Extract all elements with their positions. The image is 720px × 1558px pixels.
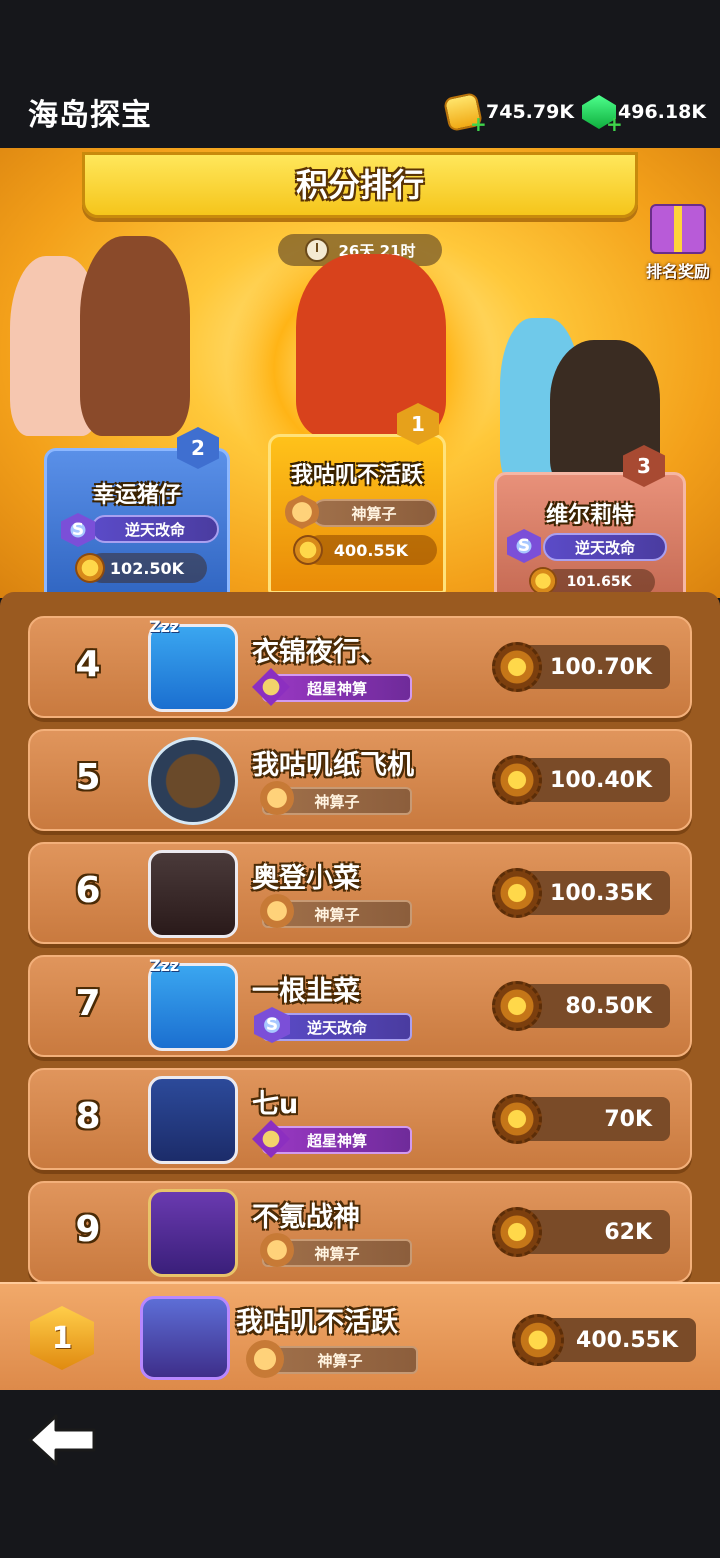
rank-number: 9 bbox=[75, 1209, 101, 1250]
player-name: 我咕叽纸飞机 bbox=[252, 750, 414, 781]
podium-third[interactable]: 3 维尔莉特 逆天改命 S 101.65K bbox=[494, 445, 686, 596]
my-rank-badge: 1 bbox=[30, 1306, 94, 1370]
list-item[interactable]: 5 我咕叽纸飞机 神算子 100.40K bbox=[28, 729, 692, 831]
thumbs-up-icon bbox=[260, 894, 294, 928]
avatar[interactable]: Zzz bbox=[148, 956, 238, 1051]
title-tag: 逆天改命 bbox=[543, 533, 667, 561]
gold-coin-icon bbox=[492, 868, 542, 918]
podium-stage: 积分排行 26天 21时 排名奖励 2 幸运猪仔 逆天改命 S 102.50K … bbox=[0, 148, 720, 598]
plus-icon: + bbox=[606, 112, 623, 136]
game-title: 海岛探宝 bbox=[28, 98, 152, 133]
ranking-banner: 积分排行 bbox=[82, 152, 638, 218]
rank-number: 8 bbox=[75, 1096, 101, 1137]
gem-amount: 496.18K bbox=[618, 101, 707, 123]
avatar[interactable] bbox=[148, 737, 238, 825]
gold-coin-icon bbox=[492, 755, 542, 805]
rank-badge: 2 bbox=[177, 427, 219, 469]
thumbs-up-icon bbox=[260, 781, 294, 815]
thumbs-up-icon bbox=[246, 1340, 284, 1378]
back-arrow-icon bbox=[28, 1414, 96, 1466]
avatar[interactable]: Zzz bbox=[148, 617, 238, 712]
list-item[interactable]: 9 不氪战神 神算子 62K bbox=[28, 1181, 692, 1283]
player-name: 幸运猪仔 bbox=[92, 483, 181, 508]
character-christmas-tree bbox=[80, 236, 190, 436]
player-score: 102.50K bbox=[87, 553, 207, 583]
gold-coin-icon bbox=[492, 1207, 542, 1257]
thumbs-up-icon bbox=[285, 495, 319, 529]
player-name: 一根韭菜 bbox=[252, 976, 360, 1007]
player-name: 七u bbox=[252, 1089, 299, 1120]
player-name: 不氪战神 bbox=[252, 1202, 360, 1233]
player-name: 奥登小菜 bbox=[252, 863, 360, 894]
podium-first[interactable]: 1 我咕叽不活跃 神算子 400.55K bbox=[268, 403, 446, 594]
avatar[interactable] bbox=[148, 1189, 238, 1277]
coin-balance[interactable]: + 745.79K bbox=[442, 91, 575, 136]
rank-number: 4 bbox=[75, 644, 101, 685]
rank-reward-label: 排名奖励 bbox=[645, 262, 710, 281]
gift-box-icon bbox=[650, 204, 706, 254]
gem-balance[interactable]: + 496.18K bbox=[582, 94, 707, 136]
my-avatar[interactable] bbox=[140, 1296, 230, 1380]
my-ranking-row[interactable]: 1 我咕叽不活跃 神算子 400.55K bbox=[0, 1282, 720, 1390]
gold-coin-icon bbox=[512, 1314, 564, 1366]
ranking-title: 积分排行 bbox=[295, 166, 424, 204]
title-tag: 神算子 bbox=[311, 499, 437, 527]
coin-amount: 745.79K bbox=[486, 101, 575, 123]
rank-number: 5 bbox=[75, 757, 101, 798]
s-rank-icon: S bbox=[61, 513, 95, 547]
plus-icon: + bbox=[470, 112, 487, 136]
gold-coin-icon bbox=[492, 1094, 542, 1144]
thumbs-up-icon bbox=[260, 1233, 294, 1267]
list-item[interactable]: 8 七u 超星神算 70K bbox=[28, 1068, 692, 1170]
gold-coin-icon bbox=[529, 567, 557, 595]
avatar[interactable] bbox=[148, 850, 238, 938]
player-name: 维尔莉特 bbox=[545, 503, 634, 528]
player-score: 400.55K bbox=[305, 535, 437, 565]
s-rank-icon: S bbox=[507, 529, 541, 563]
gold-coin-icon bbox=[492, 642, 542, 692]
top-bar: 海岛探宝 + 745.79K + 496.18K bbox=[0, 0, 720, 148]
back-button[interactable] bbox=[26, 1412, 100, 1468]
rank-number: 6 bbox=[75, 870, 101, 911]
clock-icon bbox=[304, 238, 329, 262]
my-player-name: 我咕叽不活跃 bbox=[236, 1307, 398, 1338]
player-name: 衣锦夜行、 bbox=[252, 637, 387, 668]
bottom-bar bbox=[0, 1390, 720, 1558]
gold-coin-icon bbox=[293, 535, 323, 565]
avatar[interactable] bbox=[148, 1076, 238, 1164]
list-item[interactable]: 7 Zzz 一根韭菜 逆天改命 S 80.50K bbox=[28, 955, 692, 1057]
rank-reward-button[interactable]: 排名奖励 bbox=[636, 204, 720, 282]
rank-number: 7 bbox=[75, 983, 101, 1024]
podium-second[interactable]: 2 幸运猪仔 逆天改命 S 102.50K bbox=[44, 427, 230, 598]
list-item[interactable]: 4 Zzz 衣锦夜行、 超星神算 100.70K bbox=[28, 616, 692, 718]
title-tag: 逆天改命 bbox=[91, 515, 219, 543]
my-title-tag: 神算子 bbox=[262, 1346, 418, 1374]
player-name: 我咕叽不活跃 bbox=[290, 463, 423, 488]
sleep-badge: Zzz bbox=[149, 617, 180, 636]
sleep-badge: Zzz bbox=[149, 956, 180, 975]
ranking-list[interactable]: 4 Zzz 衣锦夜行、 超星神算 100.70K 5 我咕叽纸飞机 神算子 10… bbox=[0, 592, 720, 1292]
list-item[interactable]: 6 奥登小菜 神算子 100.35K bbox=[28, 842, 692, 944]
gold-coin-icon bbox=[75, 553, 105, 583]
gold-coin-icon bbox=[492, 981, 542, 1031]
